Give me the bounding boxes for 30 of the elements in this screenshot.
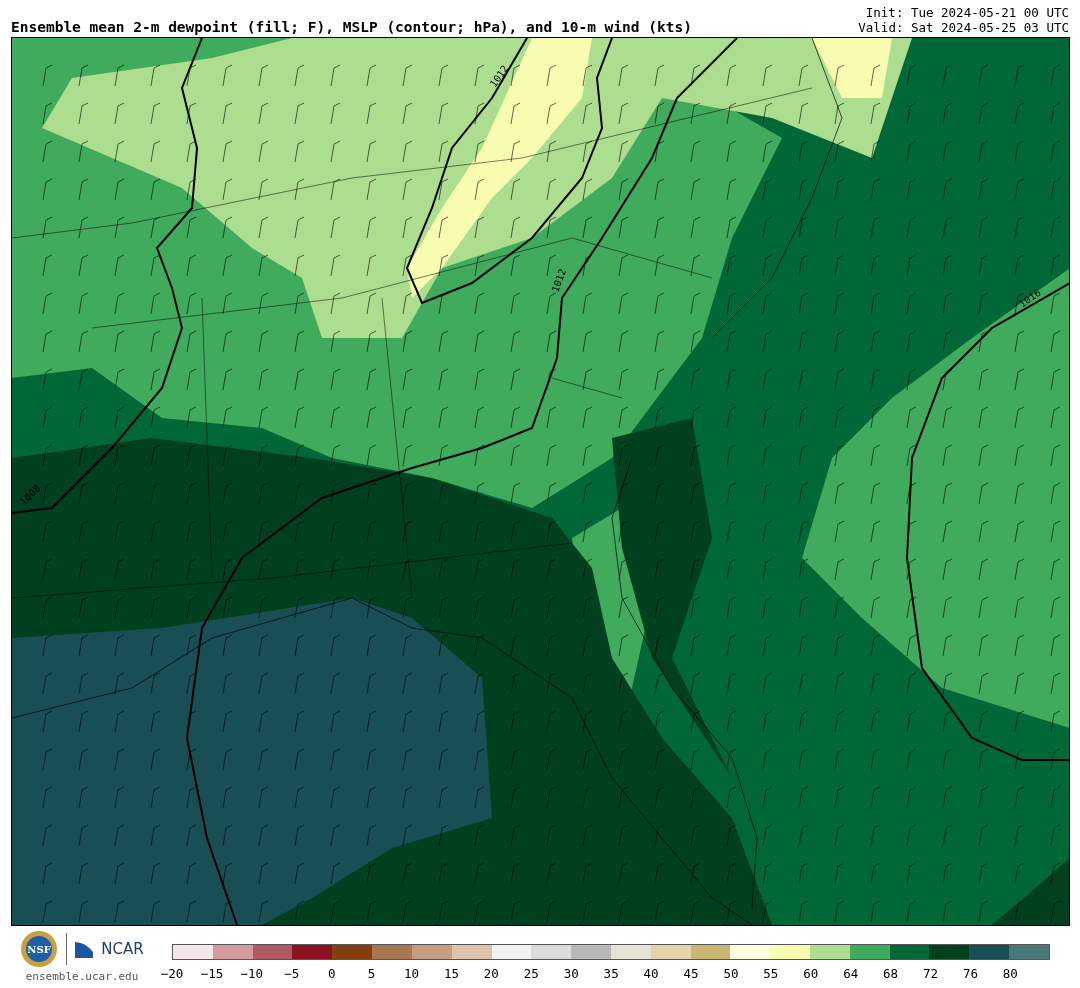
scale-label: 45 [682,965,700,981]
globe-logo-icon: NSF [20,930,59,968]
scale-label: 55 [762,965,780,981]
scale-label: 80 [1001,965,1019,981]
scale-label: −15 [199,965,225,981]
scale-label: 60 [802,965,820,981]
scale-label: −10 [239,965,265,981]
valid-time: Valid: Sat 2024-05-25 03 UTC [858,20,1069,35]
scale-label: 76 [961,965,979,981]
scale-label: 5 [366,965,377,981]
scale-label: 15 [442,965,460,981]
scale-label: 30 [562,965,580,981]
scale-label: 68 [882,965,900,981]
scale-label: −5 [283,965,301,981]
scale-label: 50 [722,965,740,981]
scale-label: 64 [842,965,860,981]
scale-label: 72 [922,965,940,981]
site-url: ensemble.ucar.edu [25,970,139,983]
wedge-logo-icon [75,940,94,958]
scale-label: 10 [403,965,421,981]
scale-label: 20 [482,965,500,981]
scale-label: 35 [602,965,620,981]
plot-title: Ensemble mean 2-m dewpoint (fill; F), MSLP (contour; hPa), and 10-m wind (kts) [11,19,692,35]
scale-label: −20 [159,965,185,981]
init-time: Init: Tue 2024-05-21 00 UTC [865,5,1069,20]
scale-label: 25 [522,965,540,981]
scale-label: 0 [326,965,337,981]
ncar-logo-text: NCAR [101,940,144,958]
contour-label: 1012 [549,267,569,294]
scale-label: 40 [642,965,660,981]
